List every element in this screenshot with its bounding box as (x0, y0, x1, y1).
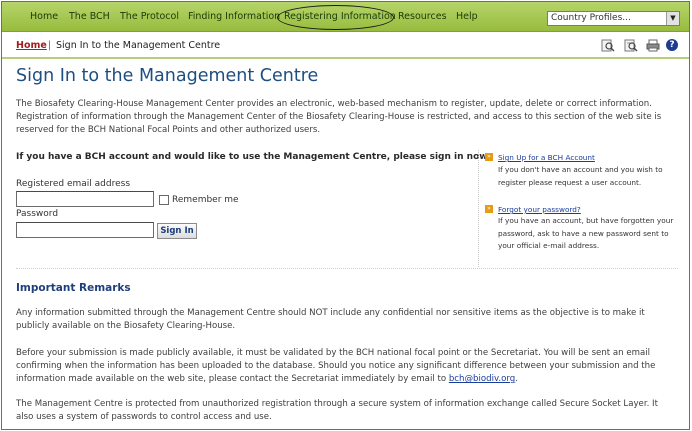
remember-me-checkbox[interactable] (159, 195, 169, 205)
remarks-heading: Important Remarks (16, 282, 131, 294)
main-navigation: Home The BCH The Protocol Finding Inform… (2, 2, 689, 32)
nav-the-bch[interactable]: The BCH (69, 11, 110, 22)
nav-resources[interactable]: Resources (398, 11, 447, 22)
nav-finding-information[interactable]: Finding Information (188, 11, 280, 22)
forgot-password-link[interactable]: Forgot your password? (498, 205, 581, 214)
breadcrumb-home-link[interactable]: Home (16, 40, 47, 51)
breadcrumb-current: Sign In to the Management Centre (56, 40, 221, 51)
account-help-panel: » Sign Up for a BCH Account If you don't… (478, 150, 676, 267)
signin-heading: If you have a BCH account and would like… (16, 152, 492, 162)
remarks-paragraph-1: Any information submitted through the Ma… (16, 308, 645, 331)
breadcrumb-separator: | (48, 40, 52, 51)
remarks-paragraph-2: Before your submission is made publicly … (16, 347, 678, 386)
country-profiles-select[interactable]: Country Profiles... ▼ (547, 11, 680, 26)
arrow-bullet-icon: » (485, 153, 493, 161)
sign-up-link[interactable]: Sign Up for a BCH Account (498, 153, 595, 162)
chevron-down-icon[interactable]: ▼ (666, 12, 679, 25)
search-icon[interactable] (601, 39, 615, 52)
arrow-bullet-icon: » (485, 205, 493, 213)
country-profiles-value: Country Profiles... (551, 13, 631, 23)
sign-in-button[interactable]: Sign In (157, 223, 197, 239)
password-field[interactable] (16, 222, 154, 238)
email-field[interactable] (16, 191, 154, 207)
remarks-paragraph-2-end: . (515, 374, 518, 384)
section-divider (16, 268, 678, 269)
browser-page: Home The BCH The Protocol Finding Inform… (1, 1, 690, 430)
help-icon[interactable]: ? (666, 39, 678, 51)
page-title: Sign In to the Management Centre (16, 66, 319, 86)
print-icon[interactable] (646, 39, 660, 52)
highlight-ellipse (277, 5, 394, 30)
nav-home[interactable]: Home (30, 11, 58, 22)
remarks-paragraph-2-text: Before your submission is made publicly … (16, 348, 656, 384)
forgot-password-text: If you have an account, but have forgott… (498, 216, 674, 250)
password-label: Password (16, 209, 59, 219)
sign-up-text: If you don't have an account and you wis… (498, 165, 663, 187)
remarks-paragraph-3: The Management Centre is protected from … (16, 399, 658, 422)
email-label: Registered email address (16, 179, 131, 189)
nav-help[interactable]: Help (456, 11, 478, 22)
search-document-icon[interactable] (624, 39, 638, 52)
nav-the-protocol[interactable]: The Protocol (120, 11, 179, 22)
intro-text: The Biosafety Clearing-House Management … (16, 99, 662, 135)
email-link[interactable]: bch@biodiv.org (449, 374, 515, 384)
remember-me-label: Remember me (172, 195, 239, 205)
breadcrumb: Home | Sign In to the Management Centre … (2, 33, 689, 59)
